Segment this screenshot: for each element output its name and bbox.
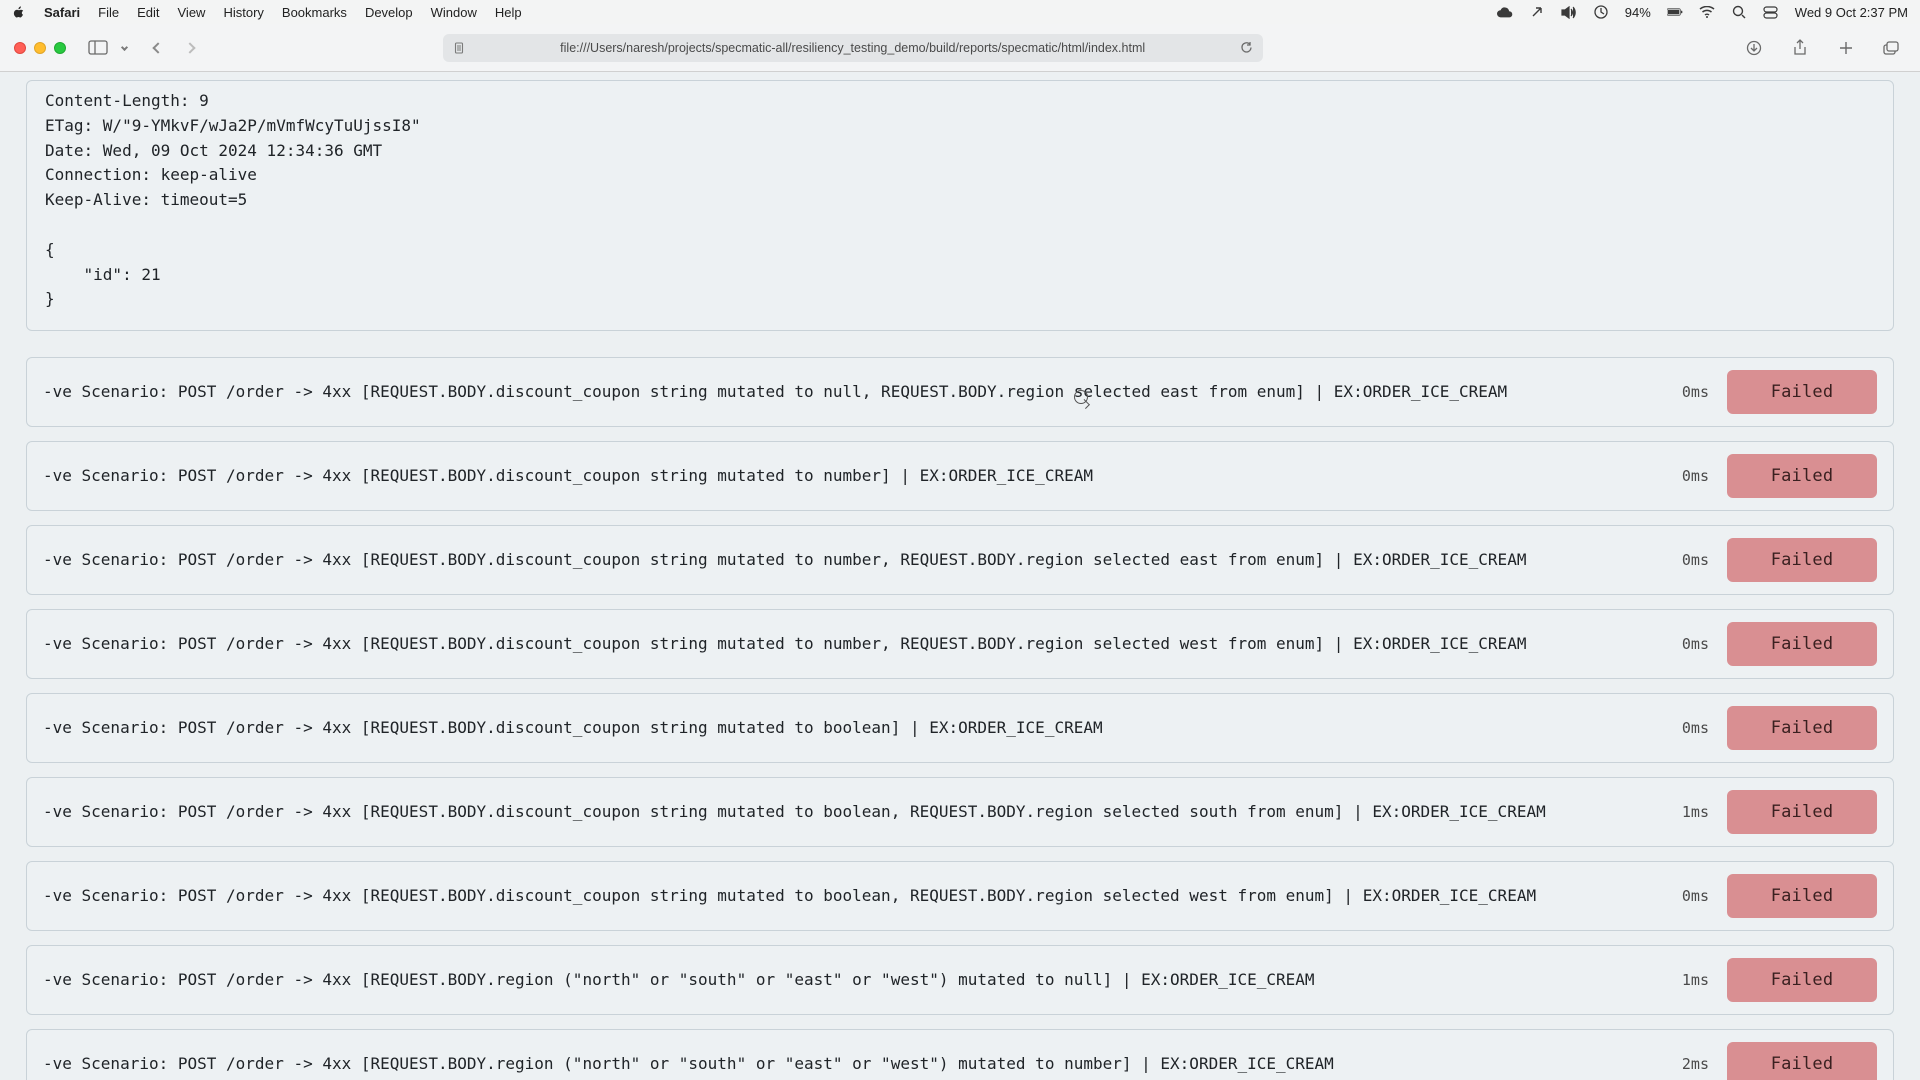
scenario-description: -ve Scenario: POST /order -> 4xx [REQUES…	[43, 547, 1647, 573]
cloud-icon[interactable]	[1497, 4, 1513, 20]
address-bar[interactable]: file:///Users/naresh/projects/specmatic-…	[443, 34, 1263, 62]
menu-view[interactable]: View	[178, 5, 206, 20]
scenario-duration: 2ms	[1665, 1055, 1709, 1073]
scenario-duration: 1ms	[1665, 803, 1709, 821]
apple-logo-icon[interactable]	[12, 5, 26, 19]
scenario-description: -ve Scenario: POST /order -> 4xx [REQUES…	[43, 379, 1647, 405]
menu-window[interactable]: Window	[431, 5, 477, 20]
scenario-description: -ve Scenario: POST /order -> 4xx [REQUES…	[43, 715, 1647, 741]
response-header-line: Content-Length: 9	[45, 91, 209, 110]
scenario-description: -ve Scenario: POST /order -> 4xx [REQUES…	[43, 799, 1647, 825]
status-badge: Failed	[1727, 706, 1877, 750]
scenario-description: -ve Scenario: POST /order -> 4xx [REQUES…	[43, 1051, 1647, 1077]
scenario-row[interactable]: -ve Scenario: POST /order -> 4xx [REQUES…	[26, 945, 1894, 1015]
scenario-duration: 0ms	[1665, 383, 1709, 401]
status-badge: Failed	[1727, 622, 1877, 666]
menu-bookmarks[interactable]: Bookmarks	[282, 5, 347, 20]
scenario-duration: 0ms	[1665, 887, 1709, 905]
app-name[interactable]: Safari	[44, 5, 80, 20]
control-center-icon[interactable]	[1763, 4, 1779, 20]
window-controls	[14, 42, 66, 54]
menu-file[interactable]: File	[98, 5, 119, 20]
volume-icon[interactable]	[1561, 4, 1577, 20]
share-button[interactable]	[1786, 36, 1814, 60]
scenario-duration: 0ms	[1665, 635, 1709, 653]
clock[interactable]: Wed 9 Oct 2:37 PM	[1795, 5, 1908, 20]
minimize-window-button[interactable]	[34, 42, 46, 54]
safari-toolbar: file:///Users/naresh/projects/specmatic-…	[0, 24, 1920, 72]
forward-button[interactable]	[176, 36, 204, 60]
menu-develop[interactable]: Develop	[365, 5, 413, 20]
response-header-line: Date: Wed, 09 Oct 2024 12:34:36 GMT	[45, 141, 382, 160]
wifi-icon[interactable]	[1699, 4, 1715, 20]
status-badge: Failed	[1727, 790, 1877, 834]
scenario-duration: 1ms	[1665, 971, 1709, 989]
scenario-description: -ve Scenario: POST /order -> 4xx [REQUES…	[43, 463, 1647, 489]
sidebar-dropdown-button[interactable]	[116, 36, 132, 60]
status-badge: Failed	[1727, 1042, 1877, 1080]
response-header-line: ETag: W/"9-YMkvF/wJa2P/mVmfWcyTuUjssI8"	[45, 116, 421, 135]
scenario-description: -ve Scenario: POST /order -> 4xx [REQUES…	[43, 967, 1647, 993]
url-text: file:///Users/naresh/projects/specmatic-…	[560, 41, 1145, 55]
scenario-row[interactable]: -ve Scenario: POST /order -> 4xx [REQUES…	[26, 357, 1894, 427]
scenario-row[interactable]: -ve Scenario: POST /order -> 4xx [REQUES…	[26, 525, 1894, 595]
maximize-window-button[interactable]	[54, 42, 66, 54]
scenario-row[interactable]: -ve Scenario: POST /order -> 4xx [REQUES…	[26, 777, 1894, 847]
search-icon[interactable]	[1731, 4, 1747, 20]
scenario-description: -ve Scenario: POST /order -> 4xx [REQUES…	[43, 631, 1647, 657]
new-tab-button[interactable]	[1832, 36, 1860, 60]
status-badge: Failed	[1727, 874, 1877, 918]
response-header-line: Keep-Alive: timeout=5	[45, 190, 247, 209]
sidebar-toggle-button[interactable]	[84, 36, 112, 60]
scenario-row[interactable]: -ve Scenario: POST /order -> 4xx [REQUES…	[26, 1029, 1894, 1080]
status-badge: Failed	[1727, 454, 1877, 498]
reload-button[interactable]	[1240, 41, 1253, 54]
site-settings-icon[interactable]	[453, 42, 465, 54]
menu-edit[interactable]: Edit	[137, 5, 159, 20]
scenario-description: -ve Scenario: POST /order -> 4xx [REQUES…	[43, 883, 1647, 909]
response-block: Content-Length: 9 ETag: W/"9-YMkvF/wJa2P…	[26, 80, 1894, 331]
page-content: Content-Length: 9 ETag: W/"9-YMkvF/wJa2P…	[0, 72, 1920, 1080]
menu-history[interactable]: History	[223, 5, 263, 20]
scenario-row[interactable]: -ve Scenario: POST /order -> 4xx [REQUES…	[26, 441, 1894, 511]
tab-overview-button[interactable]	[1878, 36, 1906, 60]
back-button[interactable]	[144, 36, 172, 60]
cursor-icon	[1074, 390, 1088, 404]
status-badge: Failed	[1727, 370, 1877, 414]
battery-percent: 94%	[1625, 5, 1651, 20]
downloads-button[interactable]	[1740, 36, 1768, 60]
scenario-row[interactable]: -ve Scenario: POST /order -> 4xx [REQUES…	[26, 693, 1894, 763]
scenario-row[interactable]: -ve Scenario: POST /order -> 4xx [REQUES…	[26, 861, 1894, 931]
macos-menubar: Safari File Edit View History Bookmarks …	[0, 0, 1920, 24]
scenario-row[interactable]: -ve Scenario: POST /order -> 4xx [REQUES…	[26, 609, 1894, 679]
scenario-duration: 0ms	[1665, 551, 1709, 569]
response-header-line: Connection: keep-alive	[45, 165, 257, 184]
status-badge: Failed	[1727, 538, 1877, 582]
scenario-duration: 0ms	[1665, 719, 1709, 737]
screen-mirror-icon[interactable]	[1593, 4, 1609, 20]
battery-icon[interactable]	[1667, 4, 1683, 20]
menu-help[interactable]: Help	[495, 5, 522, 20]
toggle-icon[interactable]	[1529, 4, 1545, 20]
scenario-duration: 0ms	[1665, 467, 1709, 485]
response-body: { "id": 21 }	[45, 240, 161, 309]
close-window-button[interactable]	[14, 42, 26, 54]
status-badge: Failed	[1727, 958, 1877, 1002]
